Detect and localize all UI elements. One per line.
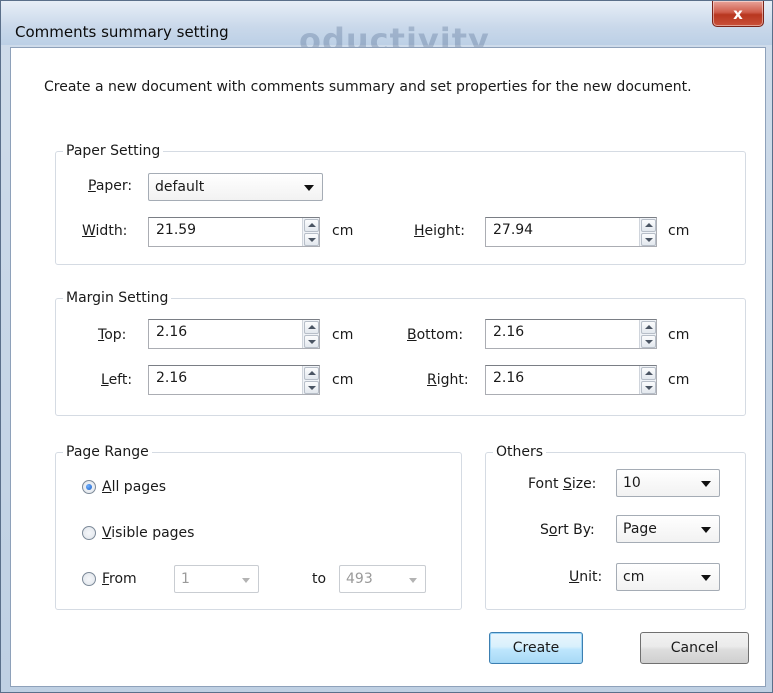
close-icon: x [733, 4, 743, 23]
spin-down-icon[interactable] [304, 233, 319, 246]
width-spinner[interactable] [302, 218, 319, 246]
width-value: 21.59 [156, 222, 197, 238]
left-margin-value: 2.16 [156, 370, 188, 386]
close-button[interactable]: x [712, 1, 764, 27]
top-margin-input[interactable]: 2.16 [148, 319, 320, 349]
from-radio[interactable] [82, 572, 96, 586]
width-label: Width: [82, 223, 128, 239]
to-page-select[interactable]: 493 [339, 565, 426, 593]
chevron-down-icon [409, 578, 417, 583]
chevron-down-icon [242, 578, 250, 583]
spin-down-icon[interactable] [641, 381, 656, 394]
to-page-value: 493 [346, 571, 373, 587]
left-label: Left: [101, 372, 133, 388]
dialog-window: oductivity Comments summary setting x Cr… [0, 0, 773, 693]
spin-up-icon[interactable] [641, 321, 656, 334]
top-margin-unit: cm [332, 327, 354, 343]
others-title: Others [493, 443, 547, 461]
right-label: Right: [427, 372, 469, 388]
dialog-title: Comments summary setting [15, 23, 229, 41]
unit-value: cm [623, 569, 645, 585]
description-text: Create a new document with comments summ… [44, 79, 692, 95]
height-label: Height: [414, 223, 465, 239]
height-spinner[interactable] [639, 218, 656, 246]
right-margin-spinner[interactable] [639, 366, 656, 394]
sort-by-select[interactable]: Page [616, 515, 720, 543]
width-input[interactable]: 21.59 [148, 217, 320, 247]
cancel-button[interactable]: Cancel [640, 632, 749, 664]
spin-up-icon[interactable] [641, 367, 656, 380]
all-pages-label[interactable]: All pages [102, 477, 166, 497]
unit-select[interactable]: cm [616, 563, 720, 591]
bottom-label: Bottom: [407, 327, 464, 343]
sort-by-label: Sort By: [540, 522, 595, 538]
paper-label: Paper: [88, 178, 133, 194]
paper-setting-title: Paper Setting [63, 142, 164, 160]
right-margin-input[interactable]: 2.16 [485, 365, 657, 395]
bottom-margin-unit: cm [668, 327, 690, 343]
spin-down-icon[interactable] [641, 335, 656, 348]
from-label[interactable]: From [102, 569, 137, 589]
spin-up-icon[interactable] [641, 219, 656, 232]
chevron-down-icon [701, 527, 711, 533]
visible-pages-radio[interactable] [82, 526, 96, 540]
top-margin-value: 2.16 [156, 324, 188, 340]
paper-setting-group [55, 151, 746, 265]
paper-select-value: default [155, 179, 205, 195]
page-range-title: Page Range [63, 443, 152, 461]
bottom-margin-input[interactable]: 2.16 [485, 319, 657, 349]
left-margin-input[interactable]: 2.16 [148, 365, 320, 395]
all-pages-radio[interactable] [82, 480, 96, 494]
spin-down-icon[interactable] [641, 233, 656, 246]
spin-down-icon[interactable] [304, 335, 319, 348]
font-size-value: 10 [623, 475, 641, 491]
unit-label: Unit: [569, 569, 603, 585]
right-margin-value: 2.16 [493, 370, 525, 386]
height-input[interactable]: 27.94 [485, 217, 657, 247]
font-size-select[interactable]: 10 [616, 469, 720, 497]
to-label: to [312, 571, 327, 587]
sort-by-value: Page [623, 521, 657, 537]
spin-up-icon[interactable] [304, 367, 319, 380]
title-bar: oductivity Comments summary setting x [1, 1, 772, 59]
chevron-down-icon [304, 185, 314, 191]
spin-up-icon[interactable] [304, 219, 319, 232]
margin-setting-title: Margin Setting [63, 289, 172, 307]
cancel-button-label: Cancel [670, 640, 719, 656]
spin-up-icon[interactable] [304, 321, 319, 334]
height-unit: cm [668, 223, 690, 239]
bottom-margin-value: 2.16 [493, 324, 525, 340]
spin-down-icon[interactable] [304, 381, 319, 394]
from-page-value: 1 [181, 571, 190, 587]
chevron-down-icon [701, 575, 711, 581]
font-size-label: Font Size: [528, 476, 597, 492]
create-button[interactable]: Create [489, 632, 583, 664]
chevron-down-icon [701, 481, 711, 487]
create-button-label: Create [512, 640, 560, 656]
width-unit: cm [332, 223, 354, 239]
bottom-margin-spinner[interactable] [639, 320, 656, 348]
margin-setting-group [55, 298, 746, 416]
top-margin-spinner[interactable] [302, 320, 319, 348]
left-margin-unit: cm [332, 372, 354, 388]
top-label: Top: [98, 327, 127, 343]
right-margin-unit: cm [668, 372, 690, 388]
visible-pages-label[interactable]: Visible pages [102, 523, 194, 543]
height-value: 27.94 [493, 222, 534, 238]
left-margin-spinner[interactable] [302, 366, 319, 394]
from-page-select[interactable]: 1 [174, 565, 259, 593]
paper-select[interactable]: default [148, 173, 323, 201]
